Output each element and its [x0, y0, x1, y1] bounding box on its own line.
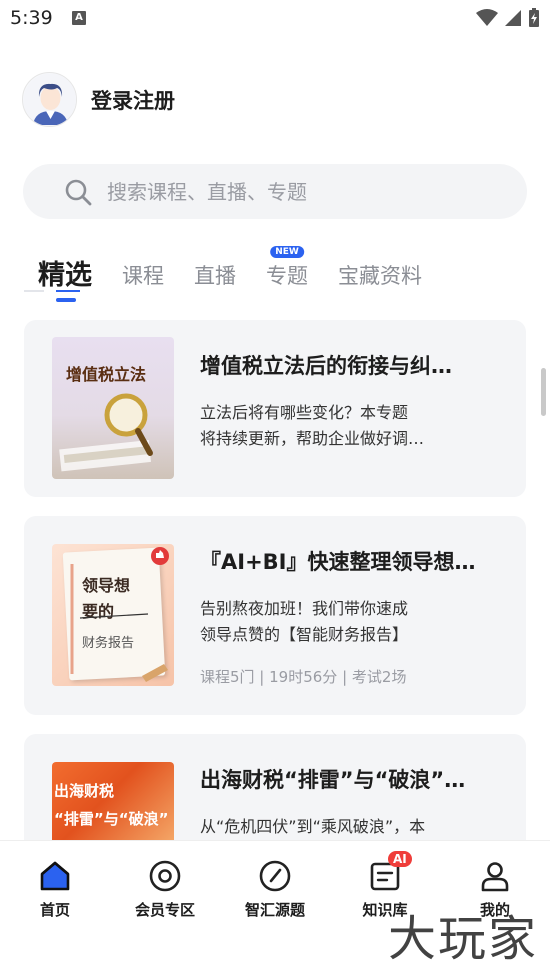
card-description: 立法后将有哪些变化？本专题 将持续更新，帮助企业做好调…: [200, 400, 470, 452]
card-description-line: 告别熬夜加班！我们带你速成: [200, 599, 409, 618]
tab-scroll-track: [24, 290, 44, 292]
card-description: 从“危机四伏”到“乘风破浪”，本: [200, 814, 470, 840]
profile-header[interactable]: 登录注册: [22, 72, 175, 127]
search-bar[interactable]: [23, 164, 527, 219]
card-description-line: 领导点赞的【智能财务报告】: [200, 625, 409, 644]
card-description-line: 立法后将有哪些变化？本专题: [200, 403, 409, 422]
content-card[interactable]: 出海财税 “排雷”与“破浪” 出海财税“排雷”与“破浪”… 从“危机四伏”到“乘…: [24, 734, 526, 840]
battery-icon: [529, 8, 539, 27]
card-meta: 课程5门 | 19时56分 | 考试2场: [200, 668, 407, 686]
card-title: 出海财税“排雷”与“破浪”…: [200, 768, 466, 792]
card-description-line: 将持续更新，帮助企业做好调…: [200, 429, 425, 448]
magnifier-illustration: [59, 393, 153, 472]
tab-resources[interactable]: 宝藏资料: [338, 256, 422, 296]
category-tabs: 精选 课程 直播 NEW 专题 宝藏资料: [38, 246, 452, 302]
signal-icon: [505, 10, 521, 26]
tab-label: 专题: [266, 264, 308, 288]
login-register-link[interactable]: 登录注册: [91, 85, 175, 115]
content-card[interactable]: 增值税立法 增值税立法后的衔接与纠… 立法后将有哪些变化？本专题 将持续更新，帮…: [24, 320, 526, 497]
thumbnail-text: 出海财税: [54, 782, 115, 800]
nav-questions[interactable]: 智汇源题: [225, 859, 325, 920]
new-badge: NEW: [270, 246, 304, 258]
notification-a-icon: A: [72, 11, 86, 25]
card-thumbnail: 出海财税 “排雷”与“破浪”: [52, 762, 174, 840]
avatar[interactable]: [22, 72, 77, 127]
card-description-line: 从“危机四伏”到“乘风破浪”，本: [200, 817, 426, 836]
card-title: 增值税立法后的衔接与纠…: [200, 354, 452, 378]
card-thumbnail: 增值税立法: [52, 337, 174, 479]
nav-home[interactable]: 首页: [5, 859, 105, 920]
user-avatar-icon: [23, 73, 76, 126]
nav-label: 智汇源题: [244, 901, 305, 919]
ai-badge: AI: [388, 851, 412, 867]
member-icon: [149, 860, 181, 892]
card-description: 告别熬夜加班！我们带你速成 领导点赞的【智能财务报告】: [200, 596, 470, 648]
search-icon: [65, 179, 92, 205]
knowledge-icon-wrap: AI: [368, 851, 412, 893]
tab-topics[interactable]: NEW 专题: [266, 246, 308, 296]
home-icon: [40, 861, 70, 891]
tab-live[interactable]: 直播: [194, 256, 236, 296]
nav-label: 首页: [39, 901, 70, 919]
tab-label: 宝藏资料: [338, 264, 422, 288]
profile-icon: [481, 862, 509, 892]
active-tab-indicator: [56, 298, 76, 302]
tab-label: 课程: [122, 264, 164, 288]
page-scrollbar[interactable]: [541, 368, 546, 416]
search-input[interactable]: [107, 179, 487, 204]
card-thumbnail: 领导想 要的 财务报告: [52, 544, 174, 686]
tab-label: 直播: [194, 264, 236, 288]
watermark: 大玩家: [387, 911, 538, 967]
compass-icon: [259, 860, 291, 892]
thumbs-up-illustration: [70, 547, 169, 682]
status-bar: 5:39 A: [0, 0, 550, 38]
nav-label: 会员专区: [134, 901, 195, 919]
status-icons: [476, 8, 540, 28]
tab-label: 精选: [38, 260, 92, 291]
wifi-icon: [476, 9, 498, 26]
status-time: 5:39: [10, 7, 53, 29]
tab-courses[interactable]: 课程: [122, 256, 164, 296]
nav-member[interactable]: 会员专区: [115, 859, 215, 920]
content-card[interactable]: 领导想 要的 财务报告 『AI+BI』快速整理领导想… 告别熬夜加班！我们带你速…: [24, 516, 526, 715]
thumbnail-text: “排雷”与“破浪”: [54, 810, 169, 828]
tab-scroll-thumb: [56, 290, 80, 292]
card-title: 『AI+BI』快速整理领导想…: [200, 550, 476, 574]
